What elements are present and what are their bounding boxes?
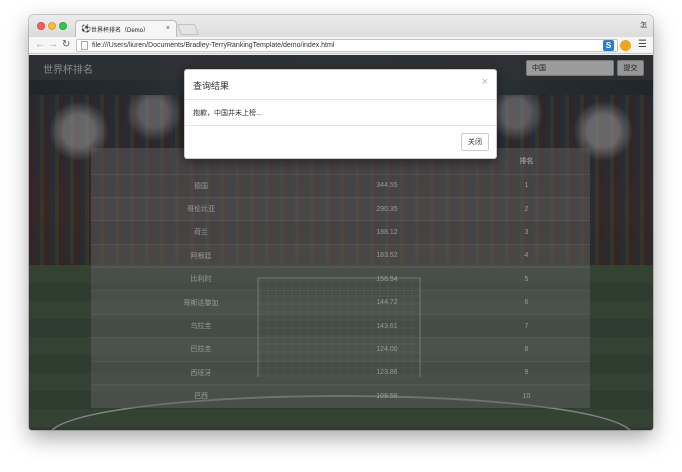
soccer-ball-icon: ⚽: [81, 24, 91, 33]
browser-tab[interactable]: ⚽ 世界杯排名（Demo） ×: [75, 20, 177, 37]
reload-icon[interactable]: ↻: [62, 39, 70, 51]
modal-close-icon[interactable]: ×: [482, 76, 488, 88]
title-bar: ⚽ 世界杯排名（Demo） × 怎: [29, 15, 653, 37]
minimize-window-button[interactable]: [48, 22, 56, 30]
browser-window: ⚽ 世界杯排名（Demo） × 怎 ← → ↻ file:///Users/li…: [29, 15, 653, 430]
modal-title: 查询结果: [193, 81, 230, 91]
hamburger-menu-icon[interactable]: ☰: [638, 39, 647, 51]
browser-toolbar: ← → ↻ file:///Users/liuren/Documents/Bra…: [29, 37, 653, 54]
modal-close-button[interactable]: 关闭: [461, 133, 489, 151]
page-icon: [81, 41, 88, 50]
zoom-window-button[interactable]: [59, 22, 67, 30]
forward-arrow-icon[interactable]: →: [48, 39, 58, 51]
address-bar[interactable]: file:///Users/liuren/Documents/Bradley-T…: [76, 39, 618, 52]
tab-close-icon[interactable]: ×: [166, 24, 170, 34]
result-modal: 查询结果 × 抱歉，中国并未上榜... 关闭: [184, 69, 497, 159]
page-viewport: 世界杯排名 提交 排名 德国 344.55 1 哥伦比亚: [29, 55, 653, 430]
modal-header: 查询结果 ×: [185, 70, 496, 100]
url-text[interactable]: file:///Users/liuren/Documents/Bradley-T…: [92, 42, 334, 49]
profile-button[interactable]: 怎: [640, 20, 647, 30]
modal-message: 抱歉，中国并未上榜...: [193, 110, 262, 117]
back-arrow-icon[interactable]: ←: [35, 39, 45, 51]
extension-s-icon[interactable]: S: [603, 40, 614, 51]
extension-cookie-icon[interactable]: [620, 40, 631, 51]
modal-body: 抱歉，中国并未上榜...: [185, 100, 496, 126]
close-window-button[interactable]: [37, 22, 45, 30]
tab-title: 世界杯排名（Demo）: [91, 28, 150, 34]
new-tab-button[interactable]: [176, 24, 200, 35]
